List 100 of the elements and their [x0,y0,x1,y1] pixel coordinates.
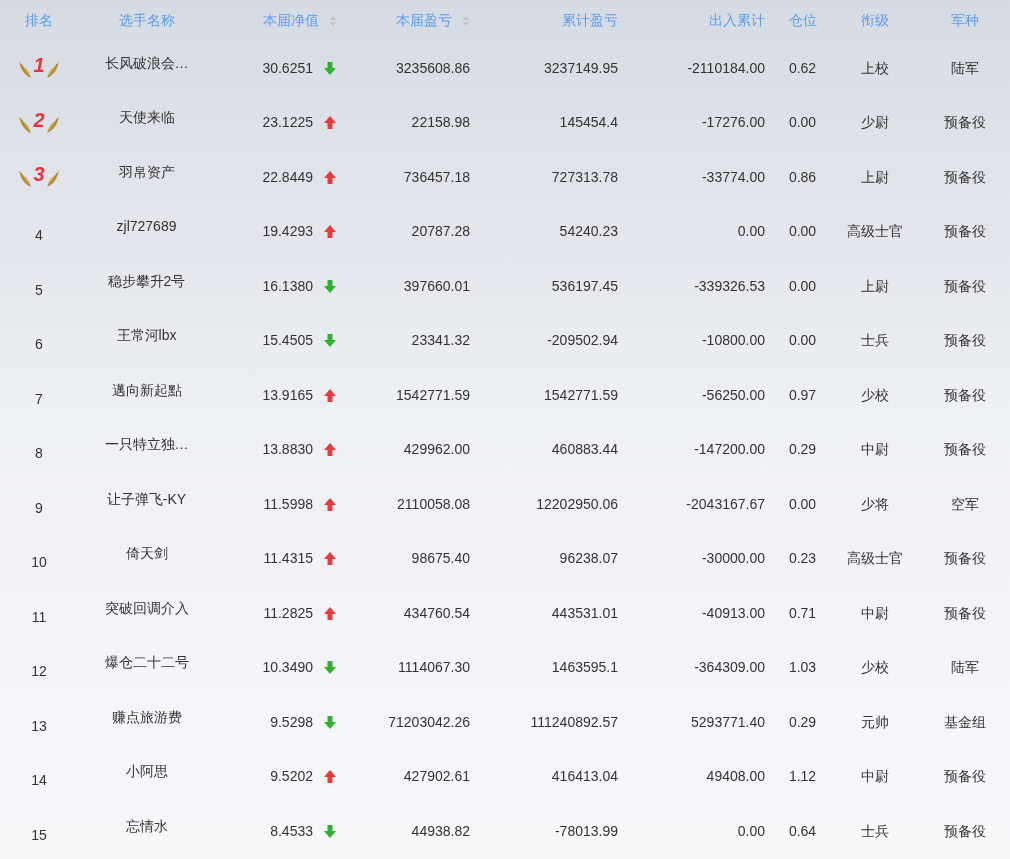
flow-total: -56250.00 [701,385,765,405]
grade-text: 中尉 [861,603,889,623]
position-value: 0.97 [788,385,817,405]
sort-icon[interactable] [329,14,337,27]
position-value: 1.12 [788,767,817,787]
cumulative-profit: 460883.44 [551,440,618,460]
profit-value: 736457.18 [403,167,470,187]
net-value: 15.4505 [262,331,313,351]
net-value: 16.1380 [262,276,313,296]
flow-total: -339326.53 [694,276,765,296]
profit-value: 2110058.08 [397,494,470,514]
position-value: 0.64 [788,821,817,841]
grade-text: 中尉 [861,440,889,460]
branch-text: 预备役 [944,603,986,623]
branch-text: 预备役 [944,440,986,460]
branch-text: 预备役 [944,821,986,841]
rank-number: 15 [31,825,47,845]
flow-total: -30000.00 [701,549,765,569]
branch-text: 陆军 [951,658,979,678]
player-name: 邁向新起點 [111,380,182,400]
cumulative-profit: -209502.94 [547,331,618,351]
player-name: 一只特立独… [104,435,189,455]
cumulative-profit: 3237149.95 [544,58,618,78]
cumulative-profit: 54240.23 [559,222,618,242]
branch-text: 预备役 [944,331,986,351]
net-value: 13.8830 [262,440,313,460]
profit-value: 434760.54 [403,603,470,623]
sort-icon[interactable] [462,14,470,27]
grade-text: 少校 [861,658,889,678]
profit-value: 1114067.30 [398,658,470,678]
net-value: 9.5298 [270,712,313,732]
position-value: 0.86 [788,167,817,187]
branch-text: 陆军 [951,58,979,78]
column-header: 军种 [951,11,979,30]
player-name: 稳步攀升2号 [107,271,186,291]
flow-total: -147200.00 [694,440,765,460]
cumulative-profit: 727313.78 [551,167,618,187]
rank-number: 4 [35,226,43,246]
flow-total: 0.00 [737,222,765,242]
player-name: 小阿思 [125,762,168,782]
column-header: 选手名称 [118,11,175,30]
flow-total: -10800.00 [701,331,765,351]
net-value: 10.3490 [262,658,313,678]
position-value: 0.62 [788,58,817,78]
position-value: 0.00 [788,222,817,242]
flow-total: 49408.00 [706,767,765,787]
profit-value: 98675.40 [411,549,470,569]
rank-medal: 2 [18,109,60,136]
cumulative-profit: 145454.4 [559,113,618,133]
branch-text: 基金组 [944,712,986,732]
column-header[interactable]: 本届盈亏 [396,10,470,31]
flow-total: -2110184.00 [687,58,765,78]
cumulative-profit: -78013.99 [554,821,618,841]
position-value: 0.00 [788,276,817,296]
rank-number: 6 [35,335,43,355]
flow-total: 0.00 [737,821,765,841]
position-value: 0.29 [788,440,817,460]
rank-number: 10 [31,553,47,573]
cumulative-profit: 443531.01 [551,603,618,623]
player-name: 长风破浪会… [104,53,189,73]
net-value: 11.4315 [263,549,313,569]
grade-text: 上校 [861,58,889,78]
rank-number: 12 [31,662,47,682]
player-name: 天使来临 [118,108,175,128]
net-value: 13.9165 [262,385,313,405]
rank-number: 13 [31,716,47,736]
column-header: 累计盈亏 [562,11,618,30]
grade-text: 中尉 [861,767,889,787]
profit-value: 20787.28 [411,222,470,242]
profit-value: 397660.01 [403,276,470,296]
column-header: 排名 [25,11,53,30]
flow-total: -2043167.67 [686,494,765,514]
rank-number: 14 [31,771,47,791]
net-value: 30.6251 [262,58,313,78]
player-name: 忘情水 [125,816,168,836]
branch-text: 空军 [951,494,979,514]
column-header: 仓位 [788,11,817,30]
rank-number: 5 [35,280,43,300]
column-header[interactable]: 本届净值 [263,10,337,31]
grade-text: 少将 [861,494,889,514]
branch-text: 预备役 [944,222,986,242]
profit-value: 429962.00 [403,440,470,460]
player-name: 王常河lbx [116,326,177,346]
grade-text: 少尉 [861,113,889,133]
flow-total: -364309.00 [694,658,765,678]
player-name: 羽帛资产 [118,162,175,182]
grade-text: 元帅 [861,712,889,732]
profit-value: 23341.32 [411,331,470,351]
profit-value: 1542771.59 [396,385,470,405]
player-name: 让子弹飞-KY [106,489,187,509]
player-name: 倚天剑 [125,544,168,564]
cumulative-profit: 416413.04 [551,767,618,787]
net-value: 19.4293 [262,222,313,242]
profit-value: 3235608.86 [396,58,470,78]
column-header: 出入累计 [709,11,765,30]
profit-value: 427902.61 [403,767,470,787]
cumulative-profit: 536197.45 [551,276,618,296]
flow-total: -40913.00 [701,603,765,623]
net-value: 22.8449 [262,167,313,187]
position-value: 0.00 [788,331,817,351]
